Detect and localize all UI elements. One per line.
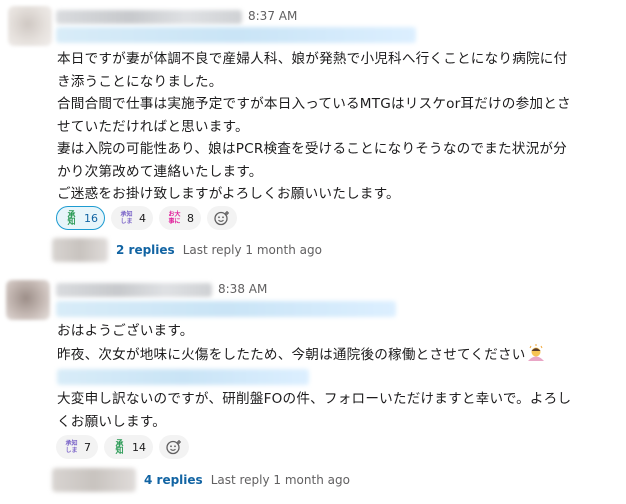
message-line: 大変申し訳ないのですが、研削盤FOの件、フォローいただけますと幸いで。よろし: [57, 391, 572, 407]
shouchi-icon: 承知: [67, 210, 76, 226]
message-body: 本日ですが妻が体調不良で産婦人科、娘が発熱で小児科へ行くことになり病院に付 き添…: [57, 48, 617, 206]
replies-link[interactable]: 4 replies: [144, 473, 203, 487]
timestamp[interactable]: 8:37 AM: [248, 9, 297, 23]
message-line: 昨夜、次女が地味に火傷をしたため、今朝は通院後の稼働とさせてください: [57, 343, 617, 367]
avatar[interactable]: [6, 280, 50, 320]
reaction-shouchi-shimashita[interactable]: 承知 しま 4: [111, 206, 153, 230]
thread-summary[interactable]: 4 replies Last reply 1 month ago: [52, 468, 350, 492]
add-emoji-icon: [166, 440, 181, 455]
reaction-shouchi[interactable]: 承知 14: [104, 435, 153, 459]
message-line: 本日ですが妻が体調不良で産婦人科、娘が発熱で小児科へ行くことになり病院に付: [57, 51, 568, 67]
odaiji-ni-icon: お大 事に: [168, 211, 181, 225]
message-line: かり次第改めて連絡いたします。: [57, 163, 263, 180]
last-reply-time: Last reply 1 month ago: [210, 473, 350, 487]
shouchi-icon: 承知: [115, 439, 124, 455]
add-reaction-button[interactable]: [207, 206, 237, 230]
message-line: おはようございます。: [57, 323, 194, 339]
timestamp[interactable]: 8:38 AM: [218, 282, 267, 296]
message-body: おはようございます。 昨夜、次女が地味に火傷をしたため、今朝は通院後の稼働とさせ…: [57, 320, 617, 433]
thread-summary[interactable]: 2 replies Last reply 1 month ago: [52, 238, 322, 262]
message-line: ご迷惑をお掛け致しますがよろしくお願いいたします。: [57, 186, 400, 202]
reaction-count: 7: [84, 440, 91, 454]
thread-participant-avatars[interactable]: [52, 468, 136, 492]
mention-line: [56, 27, 416, 43]
reaction-count: 14: [132, 440, 146, 454]
message-line: 妻は入院の可能性あり、娘はPCR検査を受けることになりそうなのでまた状況が分: [57, 141, 567, 157]
mention-line: [57, 369, 309, 385]
message-2: 8:38 AM おはようございます。 昨夜、次女が地味に火傷をしたため、今朝は通…: [0, 270, 626, 504]
shouchi-shimashita-icon: 承知 しま: [65, 440, 78, 454]
message-1: 8:37 AM 本日ですが妻が体調不良で産婦人科、娘が発熱で小児科へ行くことにな…: [0, 0, 626, 268]
reaction-count: 16: [84, 211, 98, 225]
sender-name[interactable]: [56, 283, 212, 297]
add-reaction-button[interactable]: [159, 435, 189, 459]
message-line: くお願いします。: [57, 413, 166, 430]
last-reply-time: Last reply 1 month ago: [182, 243, 322, 257]
reaction-shouchi-shimashita[interactable]: 承知 しま 7: [56, 435, 98, 459]
shouchi-shimashita-icon: 承知 しま: [120, 211, 133, 225]
thread-participant-avatars[interactable]: [52, 238, 108, 262]
reaction-count: 4: [139, 211, 146, 225]
reaction-shouchi[interactable]: 承知 16: [56, 206, 105, 230]
message-line: せていただければと思います。: [57, 118, 249, 135]
avatar[interactable]: [8, 6, 52, 46]
sender-name[interactable]: [56, 10, 242, 24]
mention-line: [56, 301, 396, 317]
message-line: き添うことになりました。: [57, 73, 223, 90]
bowing-person-icon: [527, 343, 544, 361]
reaction-odaiji-ni[interactable]: お大 事に 8: [159, 206, 201, 230]
reaction-count: 8: [187, 211, 194, 225]
add-emoji-icon: [214, 211, 229, 226]
message-line-text: 昨夜、次女が地味に火傷をしたため、今朝は通院後の稼働とさせてください: [57, 346, 526, 363]
reactions-bar: 承知 16 承知 しま 4 お大 事に 8: [56, 206, 237, 230]
reactions-bar: 承知 しま 7 承知 14: [56, 435, 189, 459]
replies-link[interactable]: 2 replies: [116, 243, 175, 257]
message-line: 合間合間で仕事は実施予定ですが本日入っているMTGはリスケor耳だけの参加とさ: [57, 96, 571, 112]
